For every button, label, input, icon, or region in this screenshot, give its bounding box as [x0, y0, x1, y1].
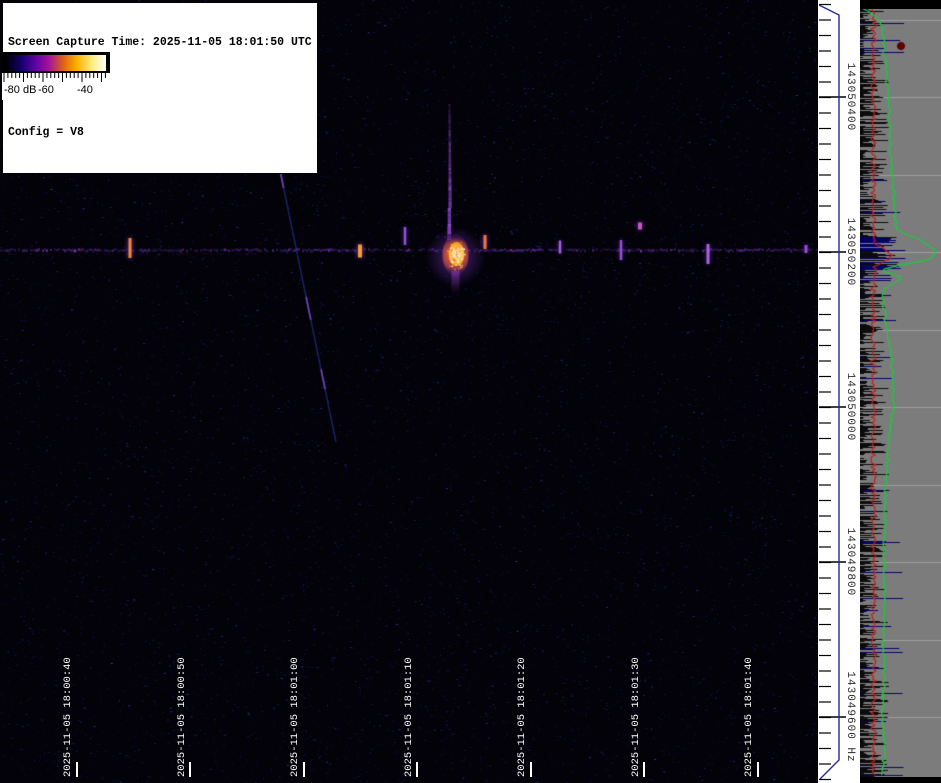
frequency-axis-label: 143050200	[844, 218, 856, 286]
live-spectrum-panel	[860, 9, 941, 777]
time-axis-tick	[303, 762, 305, 777]
time-axis-tick	[189, 762, 191, 777]
capture-time-text: Screen Capture Time: 2025-11-05 18:01:50…	[8, 35, 312, 50]
time-axis-tick	[416, 762, 418, 777]
color-scale-legend: -80 dB-60 -40	[2, 52, 110, 100]
time-axis-tick	[530, 762, 532, 777]
time-axis-label: 2025-11-05 18:01:10	[403, 657, 415, 777]
frequency-axis-label: 143049800	[844, 528, 856, 596]
time-axis-label: 2025-11-05 18:00:40	[62, 657, 74, 777]
time-axis-tick	[757, 762, 759, 777]
time-axis-label: 2025-11-05 18:01:40	[743, 657, 755, 777]
time-axis-label: 2025-11-05 18:01:00	[289, 657, 301, 777]
color-gradient-bar	[6, 55, 106, 71]
color-scale-ruler: -80 dB-60 -40	[2, 73, 110, 100]
time-axis-tick	[643, 762, 645, 777]
frequency-axis-label: 143050400	[844, 63, 856, 131]
frequency-axis-label: 143049600 Hz	[844, 671, 856, 762]
config-text: Config = V8	[8, 125, 312, 140]
color-scale-label: -40	[77, 84, 93, 96]
time-axis-label: 2025-11-05 18:01:30	[630, 657, 642, 777]
time-axis-tick	[76, 762, 78, 777]
spectrogram-app-window: Screen Capture Time: 2025-11-05 18:01:50…	[0, 0, 941, 783]
color-scale-label: -80 dB	[4, 84, 36, 96]
time-axis-label: 2025-11-05 18:00:50	[176, 657, 188, 777]
frequency-axis-label: 143050000	[844, 373, 856, 441]
color-scale-label: -60	[38, 84, 54, 96]
time-axis-label: 2025-11-05 18:01:20	[516, 657, 528, 777]
spectrum-panel-canvas	[860, 9, 941, 777]
